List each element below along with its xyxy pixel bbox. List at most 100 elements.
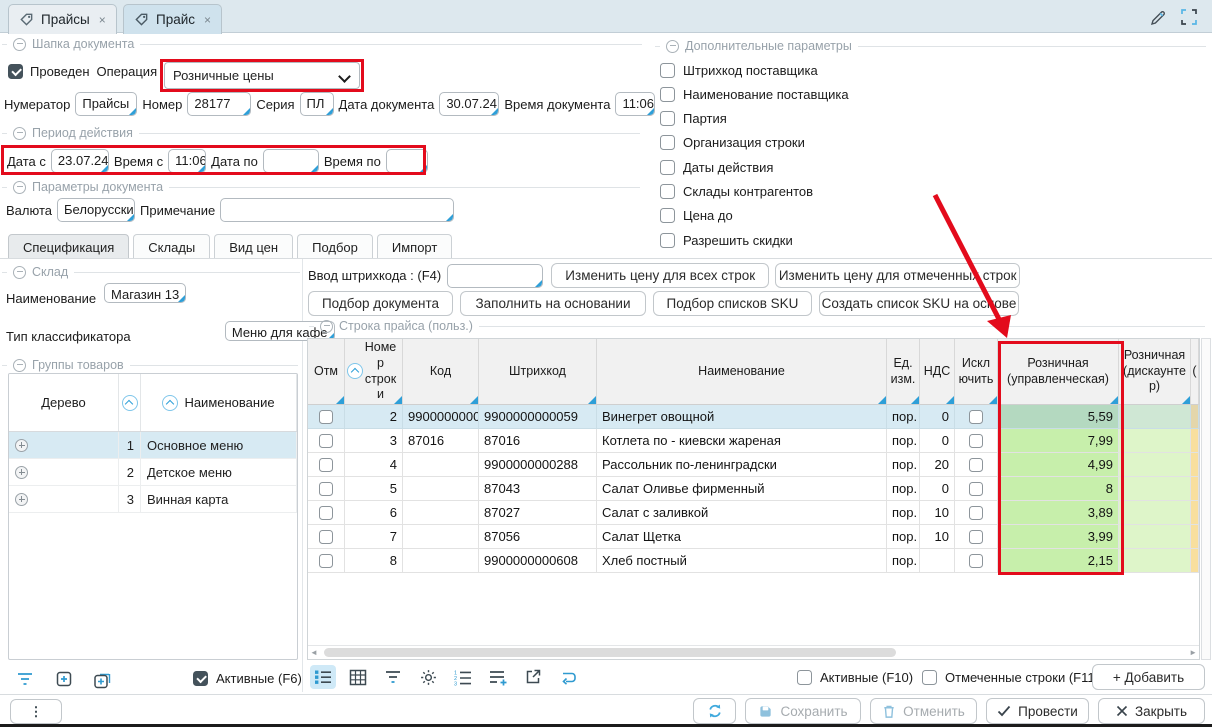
mark-cell[interactable] (308, 429, 345, 453)
col-exclude[interactable]: Исключить (955, 339, 998, 405)
add-rows-icon[interactable] (485, 665, 511, 689)
exclude-checkbox[interactable] (969, 410, 983, 424)
collapse-icon[interactable] (13, 38, 26, 51)
add-row-button[interactable]: + Добавить (1092, 664, 1205, 690)
name-column-header[interactable]: Наименование (141, 374, 297, 431)
date-from-input[interactable]: 23.07.24 (51, 149, 109, 173)
exclude-checkbox[interactable] (969, 458, 983, 472)
doc-date-input[interactable]: 30.07.24 (439, 92, 499, 116)
vertical-scrollbar[interactable] (1201, 338, 1211, 660)
tab-praisy[interactable]: Прайсы × (8, 4, 117, 34)
additional-param-row[interactable]: Организация строки (660, 135, 849, 151)
exclude-cell[interactable] (955, 525, 998, 549)
settings-gear-icon[interactable] (415, 665, 441, 689)
tree-row[interactable]: 2 Детское меню (9, 459, 297, 486)
expand-node-icon[interactable] (15, 439, 28, 452)
active-f10-checkbox[interactable] (797, 670, 812, 685)
col-extra-partial[interactable]: ( (1191, 339, 1199, 405)
col-barcode[interactable]: Штрихкод (479, 339, 597, 405)
fullscreen-button[interactable] (1180, 8, 1200, 28)
filter-icon[interactable] (12, 667, 38, 691)
mark-checkbox[interactable] (319, 482, 333, 496)
tree-row[interactable]: 3 Винная карта (9, 486, 297, 513)
currency-input[interactable]: Белорусский (57, 198, 135, 222)
note-input[interactable] (220, 198, 454, 222)
date-to-input[interactable] (263, 149, 319, 173)
collapse-icon[interactable] (13, 127, 26, 140)
list-view-icon[interactable] (310, 665, 336, 689)
mark-cell[interactable] (308, 477, 345, 501)
pick-sku-lists-button[interactable]: Подбор списков SKU (653, 291, 812, 316)
collapse-icon[interactable] (666, 40, 679, 53)
price-row[interactable]: 5 87043 Салат Оливье фирменный пор. 0 8 (308, 477, 1199, 501)
tree-active-filter[interactable]: Активные (F6) (193, 670, 302, 686)
scroll-left-icon[interactable]: ◄ (310, 649, 318, 657)
active-f10-filter[interactable]: Активные (F10) (797, 669, 913, 685)
edit-button[interactable] (1148, 8, 1168, 28)
mark-cell[interactable] (308, 549, 345, 573)
param-checkbox[interactable] (660, 87, 675, 102)
cancel-button[interactable]: Отменить (870, 698, 977, 724)
tree-row[interactable]: 1 Основное меню (9, 432, 297, 459)
collapse-icon[interactable] (13, 181, 26, 194)
additional-param-row[interactable]: Цена до (660, 208, 849, 224)
tab-price-kind[interactable]: Вид цен (214, 234, 293, 259)
param-checkbox[interactable] (660, 184, 675, 199)
expand-node-icon[interactable] (15, 493, 28, 506)
mark-checkbox[interactable] (319, 410, 333, 424)
col-code[interactable]: Код (403, 339, 479, 405)
additional-param-row[interactable]: Штрихкод поставщика (660, 62, 849, 78)
param-checkbox[interactable] (660, 160, 675, 175)
close-tab-icon[interactable]: × (202, 13, 211, 27)
col-price-mgmt[interactable]: Розничная (управленческая) (998, 339, 1119, 405)
doc-time-input[interactable]: 11:06 (615, 92, 655, 116)
horizontal-scrollbar[interactable]: ◄ ► (308, 645, 1199, 659)
price-row[interactable]: 7 87056 Салат Щетка пор. 10 3,99 (308, 525, 1199, 549)
collapse-icon[interactable] (13, 359, 26, 372)
mark-cell[interactable] (308, 525, 345, 549)
sort-asc-icon[interactable] (122, 395, 138, 411)
refresh-button[interactable] (693, 698, 736, 724)
change-price-all-button[interactable]: Изменить цену для всех строк (551, 263, 769, 288)
sort-asc-icon[interactable] (347, 363, 363, 379)
col-price-disc[interactable]: Розничная (дискаунтер) (1119, 339, 1191, 405)
param-checkbox[interactable] (660, 63, 675, 78)
numerator-input[interactable]: Прайсы (75, 92, 137, 116)
scrollbar-thumb[interactable] (324, 648, 896, 657)
tree-cell[interactable] (9, 486, 119, 513)
price-row[interactable]: 8 9900000000608 Хлеб постный пор. 2,15 (308, 549, 1199, 573)
mark-checkbox[interactable] (319, 554, 333, 568)
operation-select[interactable]: Розничные цены (164, 62, 360, 89)
tab-specification[interactable]: Спецификация (8, 234, 129, 259)
more-actions-button[interactable]: ⋮ (10, 699, 62, 724)
mark-checkbox[interactable] (319, 506, 333, 520)
sort-column[interactable] (119, 374, 141, 431)
fill-based-on-button[interactable]: Заполнить на основании (460, 291, 646, 316)
exclude-checkbox[interactable] (969, 482, 983, 496)
col-unit[interactable]: Ед. изм. (887, 339, 920, 405)
posted-checkbox[interactable] (8, 64, 23, 79)
tree-cell[interactable] (9, 459, 119, 486)
close-tab-icon[interactable]: × (97, 13, 106, 27)
post-button[interactable]: Провести (986, 698, 1089, 724)
tab-warehouses[interactable]: Склады (133, 234, 210, 259)
additional-param-row[interactable]: Склады контрагентов (660, 183, 849, 199)
mark-cell[interactable] (308, 453, 345, 477)
open-external-icon[interactable] (520, 665, 546, 689)
marked-rows-filter[interactable]: Отмеченные строки (F11) (922, 669, 1099, 685)
col-name[interactable]: Наименование (597, 339, 887, 405)
sort-asc-icon[interactable] (162, 395, 178, 411)
param-checkbox[interactable] (660, 208, 675, 223)
time-to-input[interactable] (386, 149, 428, 173)
tab-prais[interactable]: Прайс × (123, 4, 222, 34)
create-sku-list-button[interactable]: Создать список SKU на основе (819, 291, 1019, 316)
expand-node-icon[interactable] (15, 466, 28, 479)
exclude-checkbox[interactable] (969, 530, 983, 544)
exclude-cell[interactable] (955, 405, 998, 429)
price-row[interactable]: 3 87016 87016 Котлета по - киевски жарен… (308, 429, 1199, 453)
reload-rows-icon[interactable] (555, 665, 581, 689)
pick-document-button[interactable]: Подбор документа (308, 291, 453, 316)
price-row[interactable]: 4 9900000000288 Рассольник по-ленинградс… (308, 453, 1199, 477)
exclude-checkbox[interactable] (969, 434, 983, 448)
mark-checkbox[interactable] (319, 530, 333, 544)
